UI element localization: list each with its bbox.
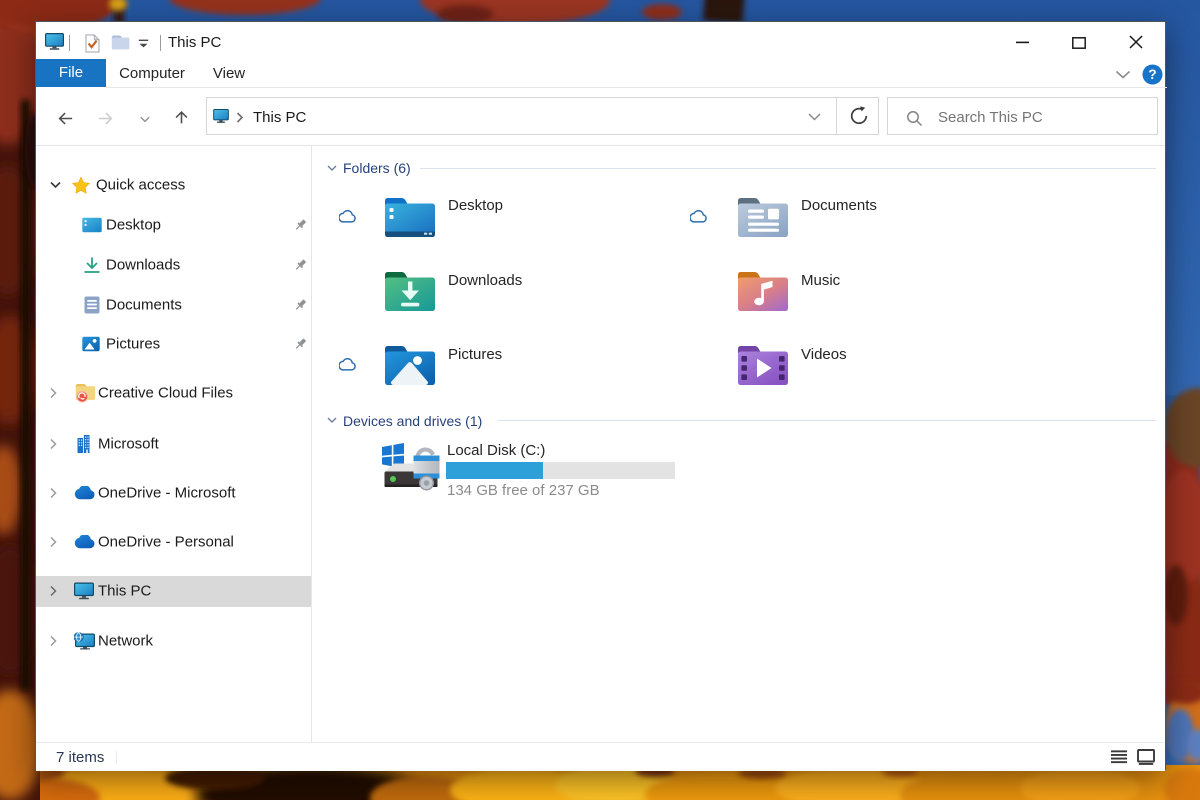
- svg-text:?: ?: [1148, 67, 1156, 82]
